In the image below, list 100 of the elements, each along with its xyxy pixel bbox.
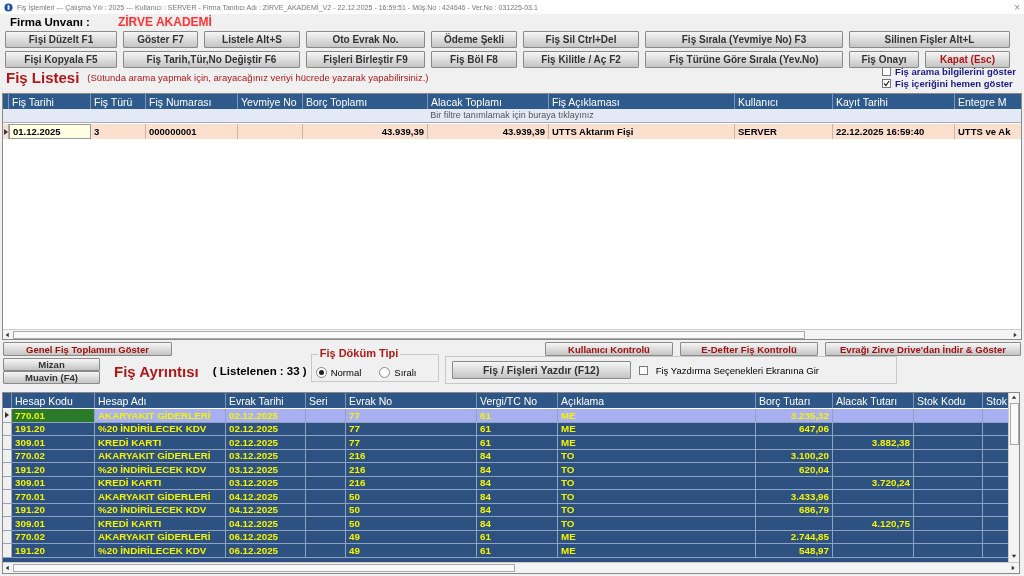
checkbox[interactable] xyxy=(882,79,892,88)
detail-row[interactable]: 309.01 KREDİ KARTI 03.12.2025 216 84 TO 3.720,24 xyxy=(3,476,1008,490)
table-cell: 06.12.2025 xyxy=(226,530,306,543)
detail-row[interactable]: 191.20 %20 İNDİRİLECEK KDV 02.12.2025 77 61 ME 647,06 xyxy=(3,422,1008,436)
scroll-down-icon[interactable] xyxy=(1011,554,1017,560)
toolbar-button[interactable]: Fiş Onayı xyxy=(849,51,919,68)
scroll-left-icon[interactable] xyxy=(5,331,11,338)
checkbox[interactable] xyxy=(638,365,648,375)
toolbar-button[interactable]: Fiş Kilitle / Aç F2 xyxy=(523,51,639,68)
table-cell: 191.20 xyxy=(12,544,95,557)
scroll-right-icon[interactable] xyxy=(1013,331,1019,338)
detail-row[interactable]: 191.20 %20 İNDİRİLECEK KDV 04.12.2025 50 84 TO 686,79 xyxy=(3,503,1008,517)
table-cell: 3.100,20 xyxy=(756,449,833,462)
detail-row[interactable]: 191.20 %20 İNDİRİLECEK KDV 06.12.2025 49 61 ME 548,97 xyxy=(3,544,1008,558)
toolbar-button[interactable]: E-Defter Fiş Kontrolü xyxy=(680,342,818,356)
radio-button[interactable] xyxy=(379,366,391,378)
table-cell: 3.433,96 xyxy=(756,490,833,503)
section-title: Fiş Listesi xyxy=(6,68,80,86)
table-cell: 770.01 xyxy=(12,490,95,503)
detail-row[interactable]: 770.02 AKARYAKIT GİDERLERİ 03.12.2025 216 84 TO 3.100,20 xyxy=(3,449,1008,463)
checkbox[interactable] xyxy=(882,67,892,76)
detail-row[interactable]: 309.01 KREDİ KARTI 02.12.2025 77 61 ME 3.882,38 xyxy=(3,436,1008,450)
toolbar-button[interactable]: Göster F7 xyxy=(123,31,198,48)
toolbar-button[interactable]: Listele Alt+S xyxy=(204,31,300,48)
radio-label: Normal xyxy=(330,366,362,378)
table-cell: KREDİ KARTI xyxy=(95,436,226,449)
toolbar-button[interactable]: Fişi Düzelt F1 xyxy=(5,31,117,48)
column-header[interactable]: Açıklama xyxy=(558,393,756,408)
scroll-left-icon[interactable] xyxy=(5,565,11,571)
table-cell: UTTS Aktarım Fişi xyxy=(549,124,735,139)
horizontal-scrollbar[interactable] xyxy=(3,562,1019,573)
column-header[interactable]: Evrak Tarihi xyxy=(226,393,306,408)
table-cell: 4.120,75 xyxy=(833,517,914,530)
print-button[interactable]: Fiş / Fişleri Yazdır (F12) xyxy=(451,361,631,379)
table-cell: 04.12.2025 xyxy=(226,490,306,503)
total-button[interactable]: Genel Fiş Toplamını Göster xyxy=(3,342,172,356)
table-cell: TO xyxy=(558,517,756,530)
row-pointer-icon xyxy=(5,412,9,419)
column-header[interactable]: Hesap Adı xyxy=(95,393,226,408)
table-cell: 3 xyxy=(91,124,146,139)
table-cell: 04.12.2025 xyxy=(226,517,306,530)
scroll-thumb[interactable] xyxy=(1009,403,1019,445)
table-cell: 61 xyxy=(477,409,558,422)
table-cell: KREDİ KARTI xyxy=(95,517,226,530)
table-cell: AKARYAKIT GİDERLERİ xyxy=(95,449,226,462)
detail-row[interactable]: 770.01 AKARYAKIT GİDERLERİ 02.12.2025 77 61 ME 3.235,32 xyxy=(3,409,1008,423)
vertical-scrollbar[interactable] xyxy=(1008,393,1019,562)
close-button[interactable]: × xyxy=(1014,1,1020,13)
table-cell: TO xyxy=(558,490,756,503)
toolbar-button[interactable]: Ödeme Şekli xyxy=(431,31,517,48)
detail-row[interactable]: 770.01 AKARYAKIT GİDERLERİ 04.12.2025 50 84 TO 3.433,96 xyxy=(3,490,1008,504)
mizan-button[interactable]: Mizan xyxy=(3,358,100,371)
table-cell: 22.12.2025 16:59:40 xyxy=(833,124,955,139)
detail-row[interactable]: 191.20 %20 İNDİRİLECEK KDV 03.12.2025 216 84 TO 620,04 xyxy=(3,463,1008,477)
toolbar-button[interactable]: Silinen Fişler Alt+L xyxy=(849,31,1010,48)
detail-row[interactable]: 309.01 KREDİ KARTI 04.12.2025 50 84 TO 4.120,75 xyxy=(3,517,1008,531)
toolbar-button[interactable]: Fiş Türüne Göre Sırala (Yev.No) xyxy=(645,51,843,68)
table-cell: 77 xyxy=(346,436,477,449)
column-header[interactable]: Vergi/TC No xyxy=(477,393,558,408)
toolbar-button[interactable]: Kullanıcı Kontrolü xyxy=(545,342,673,356)
toolbar-button[interactable]: Fiş Tarih,Tür,No Değiştir F6 xyxy=(123,51,300,68)
column-header[interactable]: Seri xyxy=(306,393,346,408)
table-cell: 84 xyxy=(477,476,558,489)
table-cell: 770.02 xyxy=(12,530,95,543)
toolbar-button[interactable]: Fiş Sil Ctrl+Del xyxy=(523,31,639,48)
table-cell: 02.12.2025 xyxy=(226,409,306,422)
scroll-right-icon[interactable] xyxy=(1011,565,1017,571)
table-cell: 2.744,85 xyxy=(756,530,833,543)
toolbar-button[interactable]: Fiş Böl F8 xyxy=(431,51,517,68)
row-header[interactable] xyxy=(3,409,12,422)
filter-hint[interactable]: Bir filtre tanımlamak için buraya tıklayınız xyxy=(3,109,1021,123)
toolbar-button[interactable]: Evrağı Zirve Drive'dan İndir & Göster xyxy=(825,342,1021,356)
table-cell: 02.12.2025 xyxy=(226,436,306,449)
radio-button[interactable] xyxy=(315,366,327,378)
table-cell: 191.20 xyxy=(12,503,95,516)
table-cell: 84 xyxy=(477,490,558,503)
table-cell: 50 xyxy=(346,517,477,530)
radio-label: Sıralı xyxy=(394,366,417,378)
column-header[interactable]: Alacak Tutarı xyxy=(833,393,914,408)
table-cell: TO xyxy=(558,463,756,476)
toolbar-button[interactable]: Fiş Sırala (Yevmiye No) F3 xyxy=(645,31,843,48)
table-cell: 309.01 xyxy=(12,476,95,489)
toolbar-button[interactable]: Oto Evrak No. xyxy=(306,31,425,48)
scroll-up-icon[interactable] xyxy=(1011,395,1017,401)
toolbar-button[interactable]: Fişleri Birleştir F9 xyxy=(306,51,425,68)
table-cell: 647,06 xyxy=(756,422,833,435)
toolbar-button[interactable]: Kapat (Esc) xyxy=(925,51,1010,68)
toolbar-button[interactable]: Fişi Kopyala F5 xyxy=(5,51,117,68)
muavin-button[interactable]: Muavin (F4) xyxy=(3,371,100,384)
table-cell: 43.939,39 xyxy=(428,124,549,139)
table-cell: 000000001 xyxy=(146,124,238,139)
column-header[interactable]: Borç Tutarı xyxy=(756,393,833,408)
detail-row[interactable]: 770.02 AKARYAKIT GİDERLERİ 06.12.2025 49 61 ME 2.744,85 xyxy=(3,530,1008,544)
voucher-row[interactable]: 01.12.2025 3 000000001 43.939,39 43.939,39 UTTS Aktarım Fişi SERVER 22.12.2025 16:59:40 UTTS ve Ak xyxy=(3,124,1021,139)
table-cell: 3.882,38 xyxy=(833,436,914,449)
column-header[interactable]: Stok Kodu xyxy=(914,393,983,408)
table-cell: ME xyxy=(558,436,756,449)
column-header[interactable]: Evrak No xyxy=(346,393,477,408)
horizontal-scrollbar[interactable] xyxy=(3,329,1021,339)
column-header[interactable]: Hesap Kodu xyxy=(12,393,95,408)
